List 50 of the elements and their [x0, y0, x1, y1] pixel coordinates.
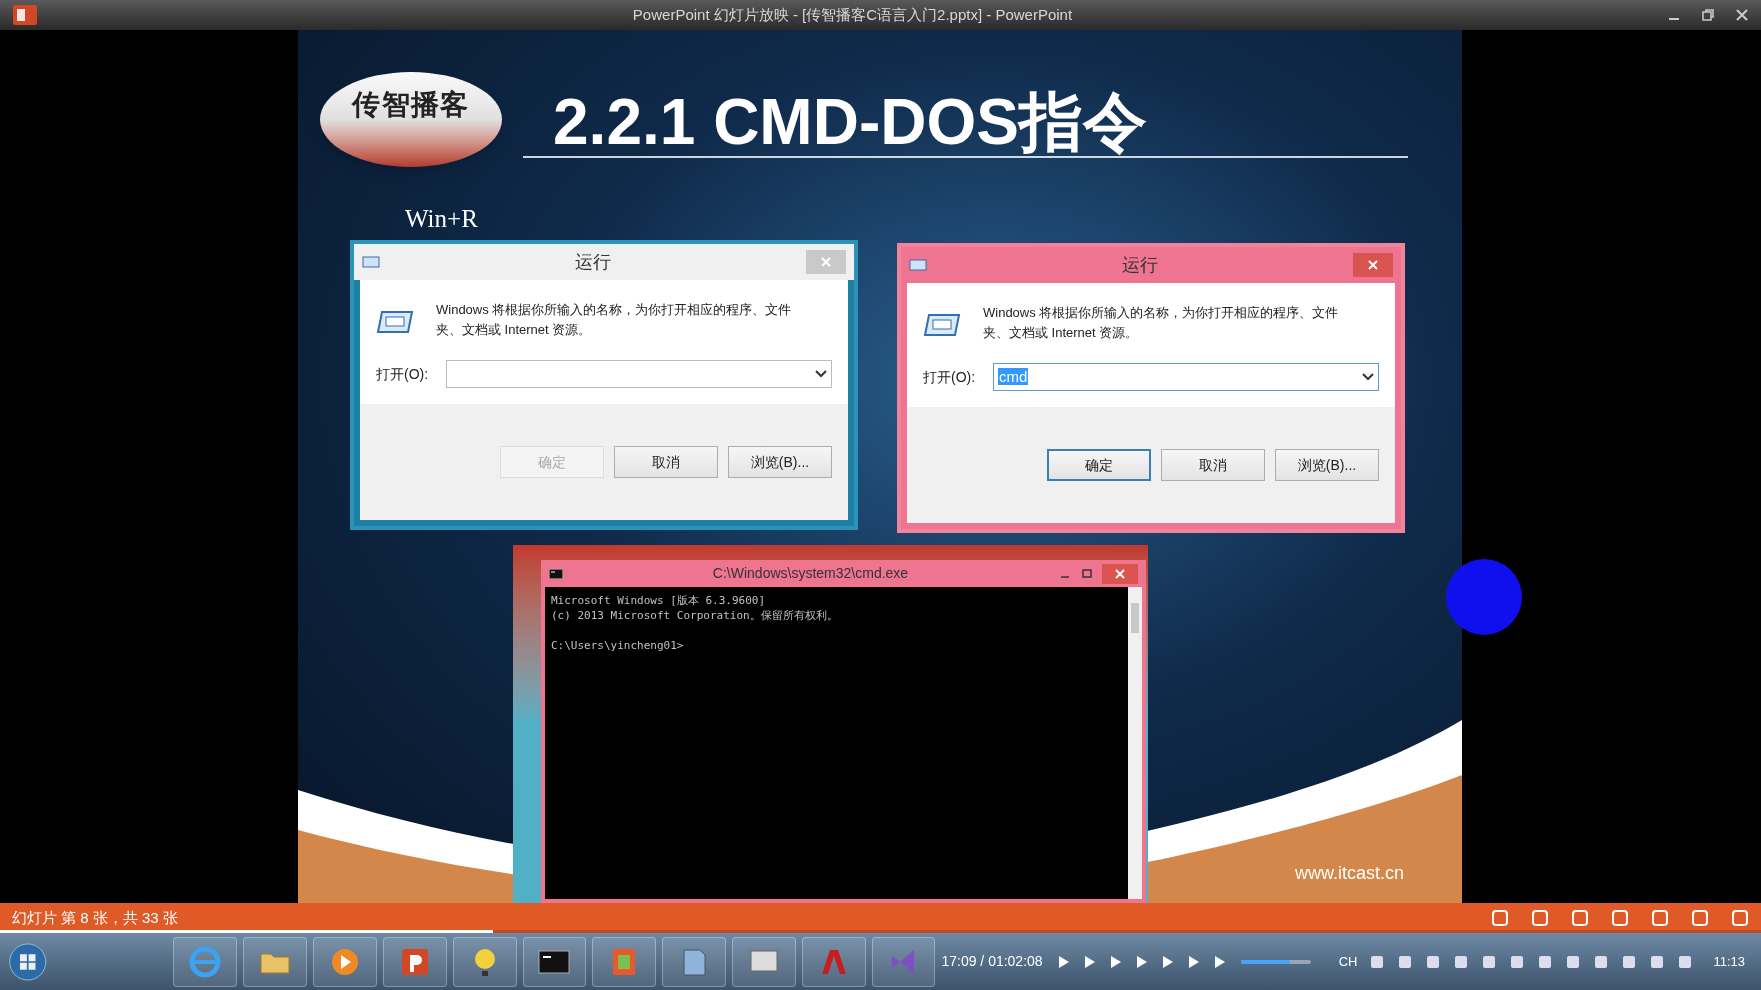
logo-text: 传智播客: [352, 87, 470, 123]
language-indicator[interactable]: CH: [1338, 951, 1358, 972]
console-title: C:\Windows\system32\cmd.exe: [711, 564, 910, 583]
maximize-icon[interactable]: [1080, 566, 1094, 581]
console-icon: [549, 568, 563, 579]
powerpoint-icon: [12, 4, 38, 26]
run-icon: [923, 311, 963, 339]
console-line: (c) 2013 Microsoft Corporation。保留所有权利。: [551, 608, 839, 623]
run-icon: [362, 255, 380, 269]
progress-track[interactable]: [0, 930, 1761, 933]
slide-title: 2.2.1 CMD-DOS指令: [553, 90, 1147, 154]
dropdown-caret-icon[interactable]: [1362, 373, 1374, 381]
restore-icon[interactable]: [1701, 8, 1715, 22]
shortcut-text: Win+R: [405, 204, 478, 234]
window-title: PowerPoint 幻灯片放映 - [传智播客C语言入门2.pptx] - PowerPoint: [631, 4, 1074, 25]
console-line: Microsoft Windows [版本 6.3.9600]: [551, 593, 767, 608]
open-label: 打开(O):: [376, 364, 430, 384]
website-text: www.itcast.cn: [1295, 862, 1405, 885]
dialog-button[interactable]: 浏览(B)...: [728, 446, 832, 478]
console-prompt: C:\Users\yincheng01>: [551, 638, 685, 653]
close-icon: [1115, 568, 1125, 579]
command-field[interactable]: [446, 360, 832, 388]
dialog-message: Windows 将根据你所输入的名称，为你打开相应的程序、文件夹、文档或 Internet 资源。: [983, 304, 1340, 342]
dialog-button[interactable]: 取消: [614, 446, 718, 478]
dialog-title: 运行: [1121, 253, 1159, 277]
clock[interactable]: 11:13: [1705, 951, 1753, 972]
dialog-button[interactable]: 取消: [1161, 449, 1265, 481]
taskbar-app-button[interactable]: [382, 936, 447, 987]
slide-counter: 幻灯片 第 8 张，共 33 张: [12, 907, 178, 928]
close-button[interactable]: [1102, 563, 1138, 584]
close-button[interactable]: [1353, 253, 1393, 277]
taskbar-app-button[interactable]: [732, 936, 796, 987]
close-icon: [1368, 260, 1378, 270]
open-label: 打开(O):: [923, 367, 977, 387]
close-icon: [821, 257, 831, 267]
dialog-button[interactable]: 浏览(B)...: [1275, 449, 1379, 481]
dialog-message: Windows 将根据你所输入的名称，为你打开相应的程序、文件夹、文档或 Internet 资源。: [436, 301, 793, 339]
taskbar-app-button[interactable]: [452, 936, 517, 987]
taskbar-app-button[interactable]: [522, 936, 587, 987]
run-icon: [376, 308, 416, 336]
close-icon[interactable]: [1735, 8, 1749, 22]
pointer-highlight-icon: [1444, 557, 1524, 637]
playback-time: 17:09 / 01:02:08: [941, 952, 1043, 971]
dialog-title: 运行: [574, 250, 612, 274]
volume-track[interactable]: [1240, 959, 1311, 964]
scrollbar[interactable]: [1128, 587, 1142, 899]
taskbar-app-button[interactable]: [313, 936, 377, 987]
run-icon: [909, 258, 927, 272]
dialog-button[interactable]: 确定: [1047, 449, 1151, 481]
dropdown-caret-icon[interactable]: [815, 370, 827, 378]
